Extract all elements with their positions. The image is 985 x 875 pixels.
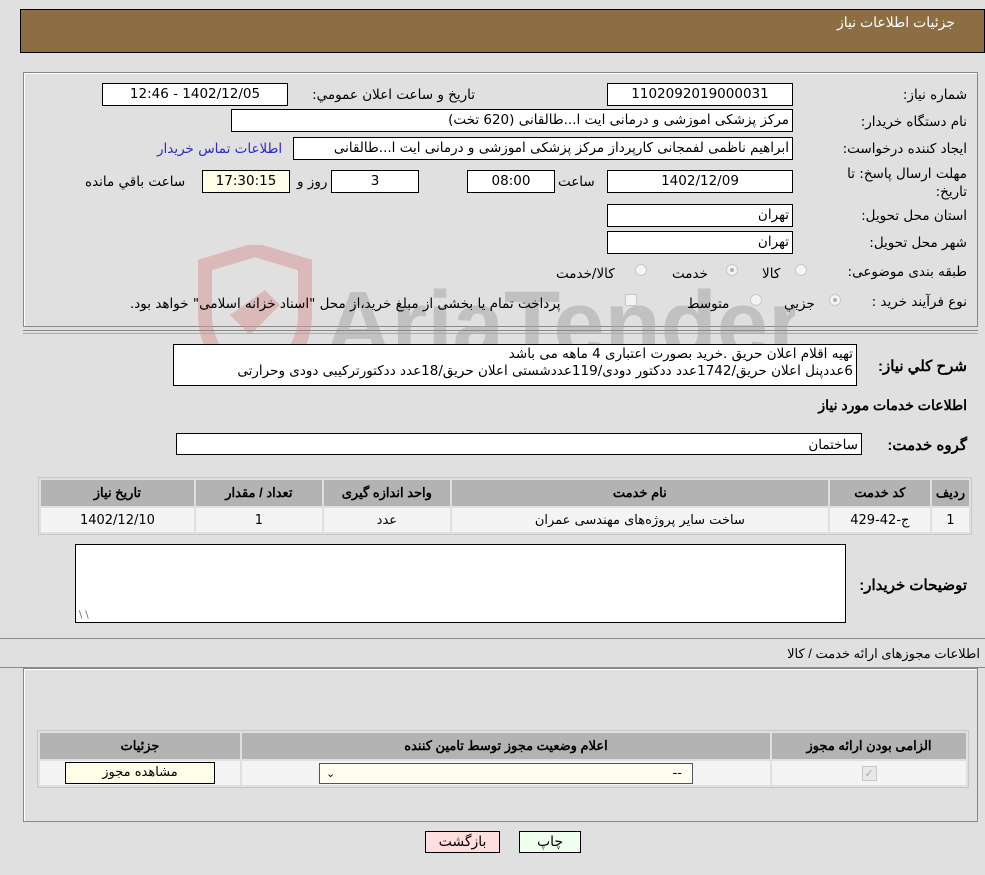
deadline-time-field: 08:00 (467, 170, 555, 193)
deadline-label: مهلت ارسال پاسخ: تا (847, 166, 967, 182)
col-permit-status: اعلام وضعیت مجوز توسط تامین کننده (242, 733, 770, 759)
announce-datetime-label: تاریخ و ساعت اعلان عمومي: (312, 87, 475, 103)
cell-need-date: 1402/12/10 (41, 508, 194, 532)
back-button[interactable]: بازگشت (425, 831, 500, 853)
announce-datetime-field: 1402/12/05 - 12:46 (102, 83, 288, 106)
city-label: شهر محل تحویل: (869, 235, 967, 251)
services-table: ردیف کد خدمت نام خدمت واحد اندازه گیری ت… (38, 477, 972, 535)
purchase-radio-medium[interactable] (750, 294, 762, 306)
category-radio-goods-service[interactable] (635, 264, 647, 276)
category-option-goods-service: کالا/خدمت (556, 266, 615, 282)
need-number-label: شماره نیاز: (902, 87, 967, 103)
chevron-down-icon: ⌄ (326, 766, 336, 780)
purchase-radio-minor[interactable] (829, 294, 841, 306)
deadline-label-date: تاریخ: (935, 184, 967, 200)
permit-status-value: -- (672, 765, 682, 781)
col-permit-details: جزئیات (40, 733, 240, 759)
remaining-days-field: 3 (331, 170, 419, 193)
col-need-date: تاریخ نیاز (41, 480, 194, 506)
print-button[interactable]: چاپ (519, 831, 581, 853)
description-line-1: تهیه اقلام اعلان حریق .خرید بصورت اعتبار… (508, 346, 853, 362)
buyer-org-label: نام دستگاه خریدار: (860, 114, 967, 130)
category-radio-service[interactable] (726, 264, 738, 276)
description-line-2: 6عددپنل اعلان حریق/1742عدد ددکتور دودی/1… (237, 363, 853, 379)
requester-label: ایجاد کننده درخواست: (842, 141, 967, 157)
table-row: ✓ -- ⌄ مشاهده مجوز (40, 761, 966, 785)
services-table-header: ردیف کد خدمت نام خدمت واحد اندازه گیری ت… (41, 480, 969, 506)
remaining-time-label: ساعت باقي مانده (85, 174, 186, 190)
service-group-label: گروه خدمت: (887, 437, 967, 454)
cell-service-code: ج-42-429 (829, 508, 930, 532)
divider (23, 333, 978, 334)
permits-section-title: اطلاعات مجوزهای ارائه خدمت / کالا (787, 646, 980, 661)
need-number-field: 1102092019000031 (607, 83, 793, 106)
permit-status-select[interactable]: -- ⌄ (319, 762, 693, 784)
category-radio-goods[interactable] (795, 264, 807, 276)
permits-table: الزامی بودن ارائه مجوز اعلام وضعیت مجوز … (37, 730, 969, 788)
cell-service-name: ساخت سایر پروژه‌های مهندسی عمران (451, 508, 828, 532)
category-option-service: خدمت (672, 266, 708, 282)
cell-permit-required: ✓ (772, 761, 966, 785)
description-textarea[interactable]: تهیه اقلام اعلان حریق .خرید بصورت اعتبار… (173, 344, 857, 386)
cell-permit-details: مشاهده مجوز (40, 761, 240, 785)
page-title: جزئیات اطلاعات نیاز (836, 14, 955, 30)
province-field: تهران (607, 204, 793, 227)
buyer-notes-label: توضیحات خریدار: (859, 577, 967, 594)
table-row: 1 ج-42-429 ساخت سایر پروژه‌های مهندسی عم… (41, 508, 969, 532)
treasury-checkbox[interactable] (625, 294, 637, 306)
divider (23, 330, 978, 331)
category-option-goods: کالا (762, 266, 781, 282)
col-quantity: تعداد / مقدار (195, 480, 322, 506)
col-unit: واحد اندازه گیری (323, 480, 450, 506)
buyer-contact-link[interactable]: اطلاعات تماس خریدار (157, 141, 282, 157)
category-label: طبقه بندی موضوعی: (847, 264, 967, 280)
purchase-type-label: نوع فرآیند خرید : (871, 294, 967, 310)
province-label: استان محل تحویل: (861, 208, 967, 224)
description-label: شرح کلي نياز: (878, 358, 967, 375)
view-permit-button[interactable]: مشاهده مجوز (65, 762, 215, 784)
remaining-days-label: روز و (297, 174, 328, 190)
col-row: ردیف (931, 480, 969, 506)
buyer-notes-textarea[interactable] (75, 544, 846, 623)
cell-row: 1 (931, 508, 969, 532)
permits-table-header: الزامی بودن ارائه مجوز اعلام وضعیت مجوز … (40, 733, 966, 759)
cell-unit: عدد (323, 508, 450, 532)
purchase-option-minor: جزيي (784, 296, 815, 312)
cell-quantity: 1 (195, 508, 322, 532)
treasury-note: پرداخت تمام یا بخشی از مبلغ خرید،از محل … (130, 296, 561, 312)
divider (0, 638, 985, 639)
deadline-date-field: 1402/12/09 (607, 170, 793, 193)
deadline-time-label: ساعت (558, 174, 595, 190)
permit-required-checkbox[interactable]: ✓ (861, 765, 877, 781)
cell-permit-status: -- ⌄ (242, 761, 770, 785)
col-service-name: نام خدمت (451, 480, 828, 506)
remaining-time-field: 17:30:15 (202, 170, 290, 193)
buyer-org-field: مرکز پزشکی اموزشی و درمانی ایت ا...طالقا… (231, 109, 793, 132)
service-group-field: ساختمان (176, 433, 862, 455)
purchase-option-medium: متوسط (687, 296, 730, 312)
resize-grip-icon[interactable]: ∖∖ (77, 610, 90, 621)
col-permit-required: الزامی بودن ارائه مجوز (772, 733, 966, 759)
city-field: تهران (607, 231, 793, 254)
col-service-code: کد خدمت (829, 480, 930, 506)
requester-field: ابراهیم ناظمی لفمجانی کارپرداز مرکز پزشک… (293, 137, 793, 160)
services-section-title: اطلاعات خدمات مورد نیاز (818, 397, 967, 413)
